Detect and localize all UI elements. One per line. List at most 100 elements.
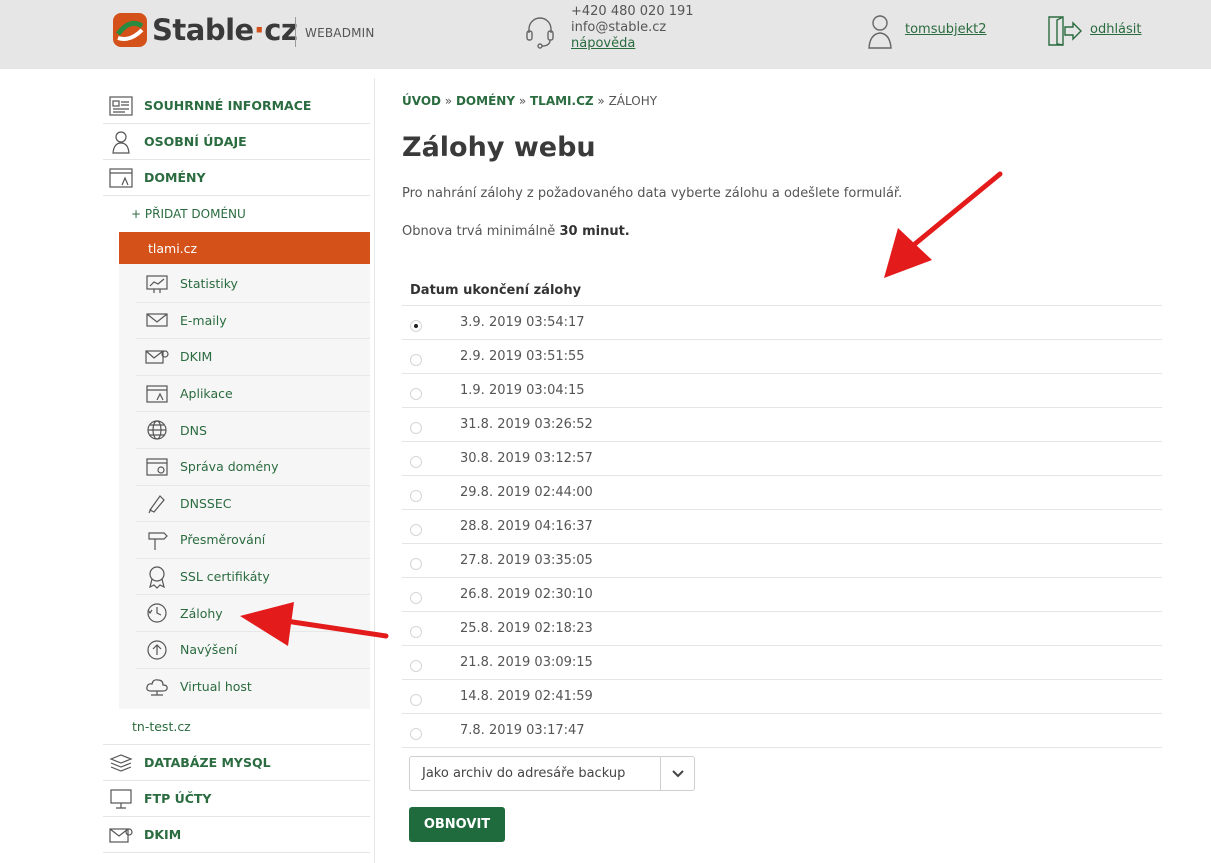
- backup-radio[interactable]: [410, 455, 422, 468]
- person-icon: [108, 130, 134, 154]
- sidebar-item-label: DOMÉNY: [144, 170, 206, 185]
- table-row[interactable]: 1.9. 2019 03:04:15: [402, 374, 1162, 408]
- backup-radio[interactable]: [410, 693, 422, 706]
- help-link[interactable]: nápověda: [571, 36, 635, 51]
- sidebar-item-personal[interactable]: OSOBNÍ ÚDAJE: [103, 124, 370, 160]
- support-phone: +420 480 020 191: [571, 4, 694, 19]
- table-row[interactable]: 7.8. 2019 03:17:47: [402, 714, 1162, 748]
- backup-radio[interactable]: [410, 353, 422, 366]
- sidebar-subitem-label: E-maily: [180, 312, 227, 328]
- sidebar-subitem-label: Správa domény: [180, 459, 279, 475]
- sidebar-item-dkim[interactable]: DKIM: [103, 817, 370, 854]
- table-row[interactable]: 2.9. 2019 03:51:55: [402, 340, 1162, 374]
- breadcrumb-domain[interactable]: TLAMI.CZ: [530, 94, 594, 108]
- table-header: Datum ukončení zálohy: [402, 276, 1162, 306]
- sidebar-subitem-label: Zálohy: [180, 605, 223, 621]
- sidebar-subitem[interactable]: DNSSEC: [136, 486, 370, 523]
- breadcrumb-separator: »: [440, 94, 456, 108]
- stable-logo-icon: [113, 13, 147, 47]
- table-row[interactable]: 27.8. 2019 03:35:05: [402, 544, 1162, 578]
- intro-text: Pro nahrání zálohy z požadovaného data v…: [402, 186, 903, 201]
- table-row[interactable]: 26.8. 2019 02:30:10: [402, 578, 1162, 612]
- backup-radio[interactable]: [410, 523, 422, 536]
- note-duration: 30 minut.: [559, 224, 630, 239]
- table-row[interactable]: 28.8. 2019 04:16:37: [402, 510, 1162, 544]
- sidebar-item-domain-tn-test[interactable]: tn-test.cz: [103, 709, 370, 746]
- annotation-arrow-icon: [884, 171, 1003, 278]
- backup-date: 26.8. 2019 02:30:10: [460, 587, 593, 602]
- table-row[interactable]: 25.8. 2019 02:18:23: [402, 612, 1162, 646]
- dkim-icon: [144, 348, 170, 366]
- sidebar-subitem-label: DNSSEC: [180, 495, 232, 511]
- backup-radio[interactable]: [410, 625, 422, 638]
- breadcrumb-domains[interactable]: DOMÉNY: [456, 94, 515, 108]
- table-row[interactable]: 29.8. 2019 02:44:00: [402, 476, 1162, 510]
- backup-date: 28.8. 2019 04:16:37: [460, 519, 593, 534]
- restore-button[interactable]: OBNOVIT: [409, 807, 505, 842]
- breadcrumb-home[interactable]: ÚVOD: [402, 94, 441, 108]
- sidebar-subitem-label: Aplikace: [180, 386, 233, 402]
- backup-date: 14.8. 2019 02:41:59: [460, 689, 593, 704]
- annotation-arrow-icon: [240, 602, 389, 646]
- sidebar-subitem[interactable]: Statistiky: [136, 266, 370, 303]
- restore-mode-select[interactable]: Jako archiv do adresáře backup: [409, 756, 695, 791]
- backup-date: 31.8. 2019 03:26:52: [460, 417, 593, 432]
- ftp-icon: [108, 788, 134, 810]
- table-body: 3.9. 2019 03:54:17 2.9. 2019 03:51:55 1.9.…: [402, 306, 1162, 748]
- backup-radio[interactable]: [410, 387, 422, 400]
- support-contact: +420 480 020 191 info@stable.cz nápověda: [571, 4, 694, 52]
- backup-radio[interactable]: [410, 319, 422, 332]
- table-row[interactable]: 14.8. 2019 02:41:59: [402, 680, 1162, 714]
- sidebar-item-databases[interactable]: DATABÁZE MYSQL: [103, 745, 370, 782]
- sidebar-subitem[interactable]: DKIM: [136, 339, 370, 376]
- sidebar-item-domains[interactable]: DOMÉNY: [103, 160, 370, 196]
- chevron-down-icon[interactable]: [660, 757, 694, 790]
- backup-radio[interactable]: [410, 659, 422, 672]
- table-row[interactable]: 30.8. 2019 03:12:57: [402, 442, 1162, 476]
- section-label: WEBADMIN: [305, 26, 375, 40]
- sidebar-item-ftp[interactable]: FTP ÚČTY: [103, 781, 370, 818]
- sidebar-subitem[interactable]: DNS: [136, 412, 370, 449]
- sidebar-item-label: FTP ÚČTY: [144, 791, 212, 807]
- table-row[interactable]: 3.9. 2019 03:54:17: [402, 306, 1162, 340]
- user-icon: [866, 12, 894, 54]
- backup-radio[interactable]: [410, 557, 422, 570]
- statistics-icon: [144, 274, 170, 294]
- sidebar-subitem[interactable]: Přesměrování: [136, 522, 370, 559]
- logout-icon[interactable]: [1047, 14, 1083, 52]
- globe-icon: [144, 419, 170, 441]
- breadcrumb-separator: »: [593, 94, 609, 108]
- sidebar-subitem[interactable]: E-maily: [136, 303, 370, 340]
- sidebar-subitem-label: Virtual host: [180, 679, 252, 695]
- summary-icon: [108, 94, 134, 118]
- sidebar-subitem-label: SSL certifikáty: [180, 569, 270, 585]
- sidebar-subitem[interactable]: SSL certifikáty: [136, 559, 370, 596]
- dnssec-icon: [144, 492, 170, 514]
- note-prefix: Obnova trvá minimálně: [402, 224, 560, 239]
- sidebar-item-active-domain[interactable]: tlami.cz: [119, 232, 370, 264]
- backup-radio[interactable]: [410, 591, 422, 604]
- sidebar-subitem-label: Navýšení: [180, 642, 238, 658]
- backup-radio[interactable]: [410, 727, 422, 740]
- add-domain-link[interactable]: + PŘIDAT DOMÉNU: [103, 196, 370, 232]
- support-email[interactable]: info@stable.cz: [571, 20, 694, 36]
- sidebar-subitem[interactable]: Aplikace: [136, 376, 370, 413]
- backup-radio[interactable]: [410, 421, 422, 434]
- email-icon: [144, 312, 170, 328]
- sidebar-item-summary[interactable]: SOUHRNNÉ INFORMACE: [103, 88, 370, 124]
- logout-link[interactable]: odhlásit: [1090, 22, 1142, 37]
- sidebar-subitem[interactable]: Virtual host: [136, 669, 370, 706]
- sidebar-subitem[interactable]: Správa domény: [136, 449, 370, 486]
- breadcrumb-separator: »: [515, 94, 530, 108]
- backup-date: 21.8. 2019 03:09:15: [460, 655, 593, 670]
- logo-text: Stable·cz: [152, 13, 298, 47]
- user-account-link[interactable]: tomsubjekt2: [905, 22, 987, 37]
- table-row[interactable]: 21.8. 2019 03:09:15: [402, 646, 1162, 680]
- backup-radio[interactable]: [410, 489, 422, 502]
- restore-mode-value: Jako archiv do adresáře backup: [422, 766, 626, 781]
- top-header: Stable·cz WEBADMIN +420 480 020 191 info…: [0, 0, 1211, 69]
- sidebar-subitem-label: DNS: [180, 422, 207, 438]
- upgrade-icon: [144, 639, 170, 661]
- table-row[interactable]: 31.8. 2019 03:26:52: [402, 408, 1162, 442]
- stable-logo[interactable]: Stable·cz: [112, 12, 298, 48]
